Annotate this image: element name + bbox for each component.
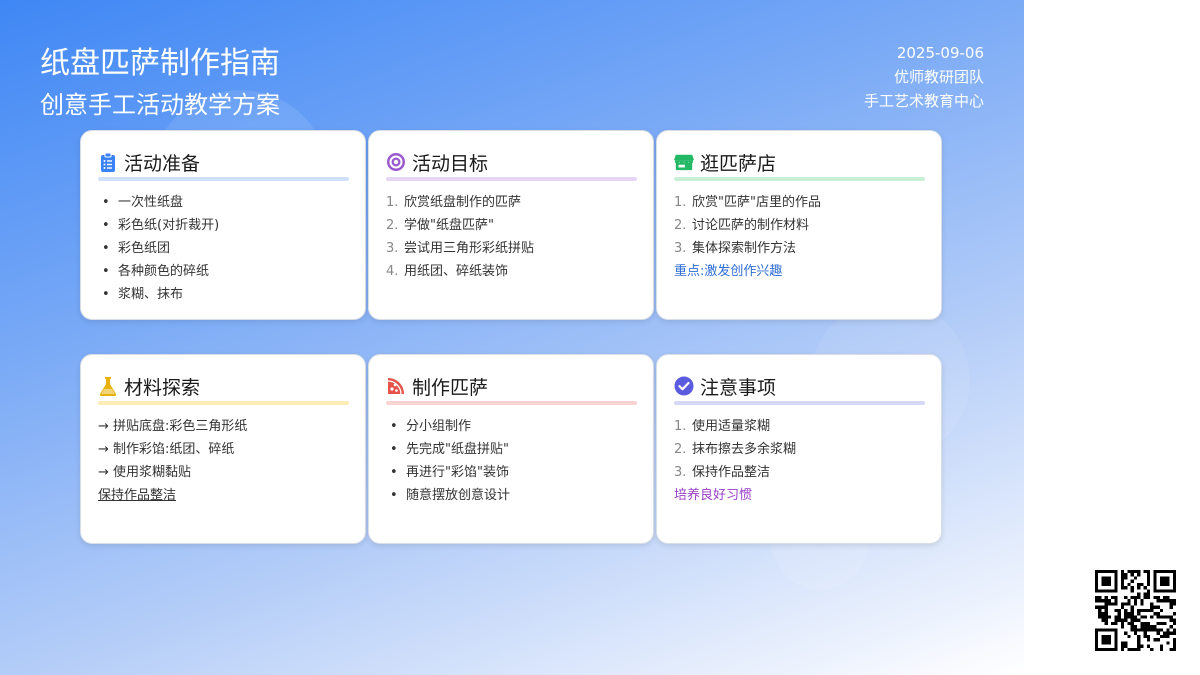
card-title-underline	[674, 177, 925, 181]
list-item-text: 集体探索制作方法	[692, 241, 797, 256]
card-title-underline	[386, 401, 637, 405]
list-number: 1.	[674, 195, 687, 210]
list-item: 各种颜色的碎纸	[98, 260, 349, 283]
card-title: 活动准备	[124, 152, 201, 175]
date-text: 2025-09-06	[896, 44, 984, 62]
card-header: 材料探索	[98, 373, 349, 399]
card-title: 逛匹萨店	[700, 152, 777, 175]
list-item: 1. 欣赏纸盘制作的匹萨	[386, 191, 637, 214]
list-number: 4.	[386, 264, 399, 279]
team-text: 优师教研团队	[893, 68, 984, 86]
list-item: 先完成"纸盘拼贴"	[386, 438, 637, 461]
card-header: 活动准备	[98, 149, 349, 175]
list-number: 1.	[674, 419, 687, 434]
list-item-text: 欣赏"匹萨"店里的作品	[692, 195, 821, 210]
list-item: 2. 抹布擦去多余浆糊	[674, 438, 925, 461]
check-circle-icon	[674, 376, 694, 396]
card-title-underline	[98, 177, 349, 181]
card-list: → 拼贴底盘:彩色三角形纸 → 制作彩馅:纸团、碎纸 → 使用浆糊黏贴	[98, 415, 349, 484]
list-item: 分小组制作	[386, 415, 637, 438]
page-subtitle: 创意手工活动教学方案	[40, 91, 280, 119]
list-item: 彩色纸(对折裁开)	[98, 214, 349, 237]
list-number: 1.	[386, 195, 399, 210]
list-item-text: 学做"纸盘匹萨"	[404, 218, 494, 233]
clipboard-list-icon	[98, 152, 118, 172]
card-3: 逛匹萨店 1. 欣赏"匹萨"店里的作品 2. 讨论匹萨的制作材料 3. 集体探索制作方法重…	[656, 130, 942, 320]
card-2: 活动目标 1. 欣赏纸盘制作的匹萨 2. 学做"纸盘匹萨" 3. 尝试用三角形彩纸拼贴 4.…	[368, 130, 654, 320]
list-item: 随意摆放创意设计	[386, 484, 637, 507]
list-item-text: 使用适量浆糊	[692, 419, 771, 434]
card-list: 1. 欣赏纸盘制作的匹萨 2. 学做"纸盘匹萨" 3. 尝试用三角形彩纸拼贴 4. 用纸团、碎…	[386, 191, 637, 283]
card-title-underline	[674, 401, 925, 405]
card-note: 重点:激发创作兴趣	[674, 264, 783, 279]
list-item: 3. 保持作品整洁	[674, 461, 925, 484]
header-meta: 2025-09-06 优师教研团队 手工艺术教育中心	[864, 41, 984, 113]
card-header: 制作匹萨	[386, 373, 637, 399]
list-item-text: 欣赏纸盘制作的匹萨	[404, 195, 522, 210]
page-title: 纸盘匹萨制作指南	[40, 46, 280, 81]
slide: 纸盘匹萨制作指南 创意手工活动教学方案 2025-09-06 优师教研团队 手工…	[0, 0, 1024, 675]
org-text: 手工艺术教育中心	[863, 92, 984, 110]
flask-icon	[98, 376, 118, 396]
card-title: 制作匹萨	[412, 376, 489, 399]
card-list: 1. 使用适量浆糊 2. 抹布擦去多余浆糊 3. 保持作品整洁	[674, 415, 925, 484]
list-item: 2. 讨论匹萨的制作材料	[674, 214, 925, 237]
list-number: 3.	[674, 465, 687, 480]
list-item: 4. 用纸团、碎纸装饰	[386, 260, 637, 283]
list-item: 2. 学做"纸盘匹萨"	[386, 214, 637, 237]
card-1: 活动准备 一次性纸盘彩色纸(对折裁开)彩色纸团各种颜色的碎纸浆糊、抹布	[80, 130, 366, 320]
list-item: → 制作彩馅:纸团、碎纸	[98, 442, 235, 457]
list-item: 一次性纸盘	[98, 191, 349, 214]
card-list: 一次性纸盘彩色纸(对折裁开)彩色纸团各种颜色的碎纸浆糊、抹布	[98, 191, 349, 306]
list-number: 3.	[386, 241, 399, 256]
store-icon	[674, 152, 694, 172]
card-list: 分小组制作先完成"纸盘拼贴"再进行"彩馅"装饰随意摆放创意设计	[386, 415, 637, 507]
card-header: 逛匹萨店	[674, 149, 925, 175]
pizza-slice-icon	[386, 376, 406, 396]
list-item: 1. 欣赏"匹萨"店里的作品	[674, 191, 925, 214]
card-5: 制作匹萨 分小组制作先完成"纸盘拼贴"再进行"彩馅"装饰随意摆放创意设计	[368, 354, 654, 544]
list-number: 2.	[386, 218, 399, 233]
list-item-text: 尝试用三角形彩纸拼贴	[404, 241, 535, 256]
list-number: 2.	[674, 218, 687, 233]
card-title-underline	[98, 401, 349, 405]
list-item: 3. 集体探索制作方法	[674, 237, 925, 260]
card-title: 注意事项	[700, 376, 777, 399]
card-list: 1. 欣赏"匹萨"店里的作品 2. 讨论匹萨的制作材料 3. 集体探索制作方法	[674, 191, 925, 260]
list-item: → 拼贴底盘:彩色三角形纸	[98, 419, 248, 434]
list-item: 3. 尝试用三角形彩纸拼贴	[386, 237, 637, 260]
target-icon	[386, 152, 406, 172]
list-item: 再进行"彩馅"装饰	[386, 461, 637, 484]
list-number: 3.	[674, 241, 687, 256]
card-title-underline	[386, 177, 637, 181]
list-item: 彩色纸团	[98, 237, 349, 260]
card-4: 材料探索 → 拼贴底盘:彩色三角形纸 → 制作彩馅:纸团、碎纸 → 使用浆糊黏贴 保持…	[80, 354, 366, 544]
qr-code-icon[interactable]	[1095, 570, 1176, 651]
card-header: 注意事项	[674, 373, 925, 399]
card-header: 活动目标	[386, 149, 637, 175]
list-item-text: 抹布擦去多余浆糊	[692, 442, 797, 457]
list-number: 2.	[674, 442, 687, 457]
list-item: 1. 使用适量浆糊	[674, 415, 925, 438]
list-item-text: 讨论匹萨的制作材料	[692, 218, 810, 233]
list-item: → 使用浆糊黏贴	[98, 465, 192, 480]
list-item-text: 保持作品整洁	[692, 465, 771, 480]
card-note: 培养良好习惯	[674, 488, 753, 503]
card-title: 活动目标	[412, 152, 489, 175]
card-title: 材料探索	[124, 376, 201, 399]
list-item-text: 用纸团、碎纸装饰	[404, 264, 509, 279]
card-6: 注意事项 1. 使用适量浆糊 2. 抹布擦去多余浆糊 3. 保持作品整洁培养良好习惯	[656, 354, 942, 544]
list-item: 浆糊、抹布	[98, 283, 349, 306]
card-note: 保持作品整洁	[98, 488, 177, 503]
